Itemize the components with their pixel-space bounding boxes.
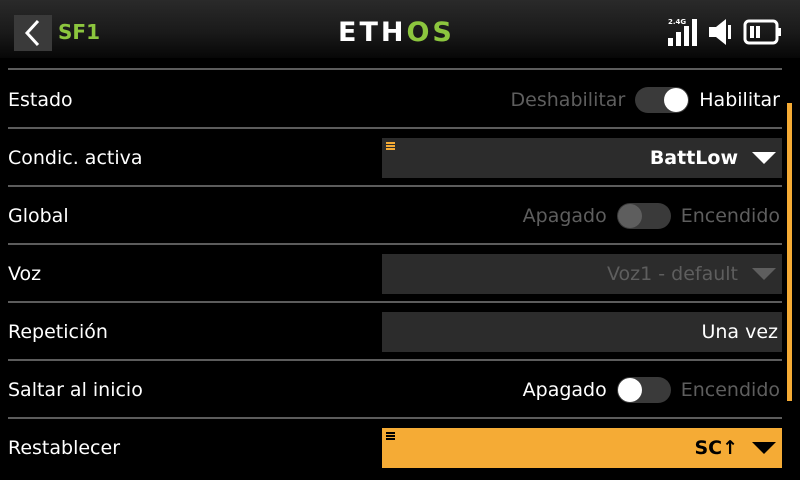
estado-toggle[interactable]: Deshabilitar Habilitar [511,87,780,113]
toggle-switch[interactable] [616,203,671,229]
menu-icon [386,142,395,151]
row-estado: Estado Deshabilitar Habilitar [0,72,800,128]
divider [8,68,782,70]
ethos-logo: ETHOS [338,17,455,48]
row-label: Condic. activa [8,147,143,169]
status-icons: 2.4G [668,16,782,46]
repeat-field[interactable]: Una vez [382,312,782,352]
dropdown-arrow-icon [752,152,776,164]
row-label: Restablecer [8,437,121,459]
chevron-left-icon [24,19,40,47]
divider [8,127,782,129]
toggle-switch[interactable] [616,377,671,403]
divider [8,417,782,419]
battery-icon [743,19,781,45]
rf-signal-icon: 2.4G [668,18,700,46]
row-label: Saltar al inicio [8,379,143,401]
divider [8,185,782,187]
row-condic-activa: Condic. activa BattLow [0,130,800,186]
scrollbar[interactable] [787,103,792,401]
back-button[interactable] [14,15,52,51]
condition-select[interactable]: BattLow [382,138,782,178]
row-saltar-inicio: Saltar al inicio Apagado Encendido [0,362,800,418]
row-restablecer: Restablecer SC↑ [0,420,800,476]
menu-icon [386,432,395,441]
toggle-switch[interactable] [635,87,690,113]
divider [8,359,782,361]
voice-select[interactable]: Voz1 - default [382,254,782,294]
row-label: Global [8,205,69,227]
divider [8,301,782,303]
dropdown-arrow-icon [752,442,776,454]
row-label: Voz [8,263,42,285]
page-title: SF1 [58,20,100,44]
global-toggle[interactable]: Apagado Encendido [523,203,780,229]
reset-select[interactable]: SC↑ [382,428,782,468]
skip-start-toggle[interactable]: Apagado Encendido [523,377,780,403]
divider [8,243,782,245]
header-bar: SF1 ETHOS 2.4G [0,0,800,58]
row-label: Estado [8,89,73,111]
row-repeticion: Repetición Una vez [0,304,800,360]
row-voz: Voz Voz1 - default [0,246,800,302]
row-global: Global Apagado Encendido [0,188,800,244]
row-label: Repetición [8,321,108,343]
dropdown-arrow-icon [752,268,776,280]
speaker-icon [709,19,731,45]
